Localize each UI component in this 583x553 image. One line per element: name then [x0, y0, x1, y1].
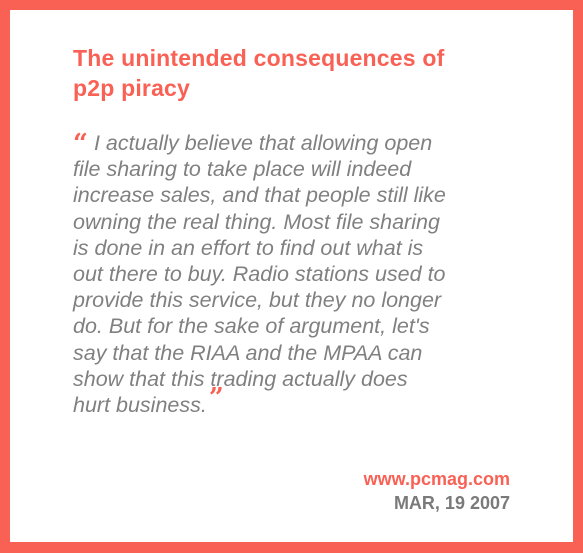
quote-line: file sharing to take place will indeed	[73, 157, 412, 182]
quote-line-text: I actually believe that allowing open	[93, 131, 433, 155]
quote-source: www.pcmag.com MAR, 19 2007	[364, 467, 510, 515]
title-line-2: p2p piracy	[73, 75, 191, 101]
quote-line: show that this trading actually does	[73, 366, 408, 391]
close-quote-icon: ”	[208, 383, 224, 414]
quote-line: say that the RIAA and the MPAA can	[73, 340, 423, 365]
quote-line: do. But for the sake of argument, let's	[73, 314, 430, 339]
quote-line: hurt business.”	[73, 385, 446, 418]
quote-line: is done in an effort to find out what is	[73, 235, 424, 260]
quote-line: owning the real thing. Most file sharing	[73, 209, 440, 234]
quote-line-text: hurt business.	[73, 393, 207, 418]
title-line-1: The unintended consequences of	[73, 45, 445, 71]
quote-title: The unintended consequences of p2p pirac…	[73, 43, 444, 103]
source-url[interactable]: www.pcmag.com	[364, 467, 510, 491]
source-date: MAR, 19 2007	[393, 493, 510, 513]
quote-line: “ I actually believe that allowing open	[73, 129, 446, 159]
open-quote-icon: “	[73, 129, 88, 159]
quote-text: “ I actually believe that allowing open …	[73, 130, 446, 418]
quote-line: provide this service, but they no longer	[73, 288, 442, 313]
quote-line: out there to buy. Radio stations used to	[73, 262, 446, 287]
quote-line: increase sales, and that people still li…	[73, 183, 446, 208]
quote-card: The unintended consequences of p2p pirac…	[10, 10, 573, 542]
